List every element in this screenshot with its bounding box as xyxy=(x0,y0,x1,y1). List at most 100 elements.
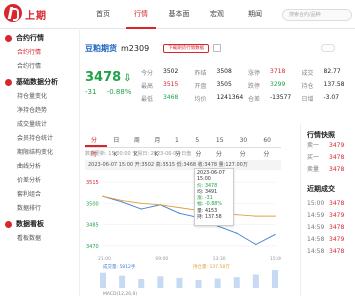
stat-label: 成交 xyxy=(301,70,314,77)
contract-title-row: 豆粕期货 m2309 下载期货行情数据 xyxy=(85,42,222,54)
trade-price: 3478 xyxy=(329,224,345,231)
stat-label: 昨结 xyxy=(194,70,207,77)
volume-bar xyxy=(100,272,106,288)
series-point xyxy=(140,208,142,210)
stat-item: 跌停 3299 xyxy=(248,81,302,94)
sidebar-section-quotes[interactable]: 合约行情 xyxy=(0,30,79,46)
sidebar-item-quotes[interactable]: 合约行情 xyxy=(0,46,79,60)
stat-item: 最低 3468 xyxy=(141,94,195,107)
sidebar-section-board[interactable]: 数据看板 xyxy=(0,216,79,232)
tab-period[interactable]: 1分 xyxy=(169,134,189,158)
sidebar-item-net-position[interactable]: 净持仓趋势 xyxy=(0,104,79,118)
stat-item: 开盘 3505 xyxy=(195,81,249,94)
tab-period[interactable]: 15分 xyxy=(210,134,234,158)
quote-value: 3478 xyxy=(329,166,345,173)
stat-item: 均价 1241364 xyxy=(195,94,249,107)
quote-label: 买一 xyxy=(307,154,320,161)
sidebar-item-spread[interactable]: 价差分析 xyxy=(0,174,79,188)
volume-bar xyxy=(272,270,278,288)
toggle-switch[interactable] xyxy=(321,44,335,52)
trade-time: 14:58 xyxy=(307,236,325,243)
trades-title: 近期成交 xyxy=(307,185,335,193)
download-button[interactable]: 下载期货行情数据 xyxy=(163,43,210,53)
volume-bar xyxy=(119,275,126,288)
sidebar-item-ranking[interactable]: 数据排行 xyxy=(0,202,79,216)
sidebar-item-oi-change[interactable]: 持仓量变化 xyxy=(0,90,79,104)
analysis-icon xyxy=(5,78,12,86)
stat-value: 3718 xyxy=(270,68,286,75)
x-tick-label: 09:00 xyxy=(155,256,168,262)
sidebar-item-term[interactable]: 期限结构变化 xyxy=(0,146,79,160)
contract-code: m2309 xyxy=(121,43,150,53)
nav-market[interactable]: 行情 xyxy=(126,0,156,29)
quote-label: 卖一 xyxy=(307,142,320,149)
price-change: -31 xyxy=(85,88,97,96)
series-point xyxy=(274,233,276,236)
price-chart[interactable]: 3515 3500 3485 3470 21:00 09:00 13:30 15:00 成交量:… xyxy=(85,171,283,296)
tab-period[interactable]: 月K xyxy=(148,134,169,158)
last-price: 3478 xyxy=(85,70,122,85)
x-tick-label: 13:30 xyxy=(213,256,226,262)
stat-value: 3468 xyxy=(163,94,179,101)
nav-home[interactable]: 首页 xyxy=(88,0,118,29)
top-bar: 上期 首页 行情 基本面 宏观 期闻 搜索合约/品种 xyxy=(0,0,355,29)
contract-name[interactable]: 豆粕期货 xyxy=(85,43,117,54)
series-point xyxy=(159,204,161,206)
stat-item: 仓差 -13577 xyxy=(248,94,302,107)
nav-fundamental[interactable]: 基本面 xyxy=(164,0,194,29)
tab-period[interactable]: 60分 xyxy=(257,134,281,158)
settings-icon[interactable] xyxy=(213,44,222,52)
trade-row: 15:00 3478 xyxy=(301,198,355,210)
trade-time: 14:58 xyxy=(307,248,325,255)
sidebar-item-quotes-2[interactable]: 合约行情 xyxy=(0,60,79,74)
sidebar-item-curve[interactable]: 曲线分析 xyxy=(0,160,79,174)
stat-label: 持仓 xyxy=(301,83,314,90)
stat-value: -13577 xyxy=(270,94,292,101)
tab-period[interactable]: 30分 xyxy=(234,134,258,158)
stat-label: 均价 xyxy=(194,96,207,103)
stat-item: 涨停 3718 xyxy=(248,68,302,81)
volume-bar xyxy=(138,279,145,288)
stat-value: 137.58 xyxy=(323,81,345,88)
trade-price: 3479 xyxy=(329,236,345,243)
stat-row: 今分 3502 昨结 3508 涨停 3718 成交 82.77 xyxy=(141,68,355,81)
sidebar-item-volume[interactable]: 成交量统计 xyxy=(0,118,79,132)
stat-item: 昨结 3508 xyxy=(195,68,249,81)
series-point xyxy=(121,199,123,202)
trade-price: 3478 xyxy=(329,200,345,207)
tab-period[interactable]: 周K xyxy=(128,134,149,158)
macd-label: MACD(12,26,9) xyxy=(103,291,137,296)
period-tabs: 分时 日K 周K 月K 1分 5分 15分 30分 60分 xyxy=(85,134,281,158)
trade-time: 14:59 xyxy=(307,224,325,231)
quote-label: 卖量 xyxy=(307,166,320,173)
brand-logo[interactable] xyxy=(4,4,22,22)
trade-row: 14:59 3479 xyxy=(301,210,355,222)
stats-grid: 今分 3502 昨结 3508 涨停 3718 成交 82.77 最高 3515 开盘 3505 跌停 3… xyxy=(141,68,355,107)
sidebar-section-analysis[interactable]: 基础数据分析 xyxy=(0,74,79,90)
nav-macro[interactable]: 宏观 xyxy=(202,0,232,29)
tab-period[interactable]: 日K xyxy=(107,134,128,158)
sidebar-item-arbitrage[interactable]: 套利组合 xyxy=(0,188,79,202)
stat-label: 今分 xyxy=(141,70,154,77)
stat-value: 3502 xyxy=(163,68,179,75)
y-tick-label: 3485 xyxy=(86,223,99,229)
nav-news[interactable]: 期闻 xyxy=(240,0,270,29)
right-panel: 行情快照 卖一 3479 买一 3478 卖量 3478 近期成交 15:00 3478 14… xyxy=(300,124,355,296)
x-tick-label: 15:00 xyxy=(270,256,281,262)
sidebar-item-member[interactable]: 会员持仓统计 xyxy=(0,132,79,146)
stat-value: -3.07 xyxy=(323,94,340,101)
series-point xyxy=(255,215,257,217)
tab-period[interactable]: 分时 xyxy=(85,134,108,158)
trade-price: 3479 xyxy=(329,212,345,219)
series-point xyxy=(140,202,142,204)
sidebar-item-board[interactable]: 看板数据 xyxy=(0,232,79,246)
tab-period[interactable]: 5分 xyxy=(189,134,209,158)
stat-label: 开盘 xyxy=(194,83,207,90)
search-input[interactable]: 搜索合约/品种 xyxy=(282,9,352,21)
volume-bar xyxy=(157,276,164,288)
stat-value: 3299 xyxy=(270,81,286,88)
stat-value: 3515 xyxy=(163,81,179,88)
series-point xyxy=(102,195,104,197)
stat-label: 最高 xyxy=(141,83,154,90)
chart-svg[interactable]: 3515 3500 3485 3470 21:00 09:00 13:30 15:00 成交量:… xyxy=(85,171,283,296)
